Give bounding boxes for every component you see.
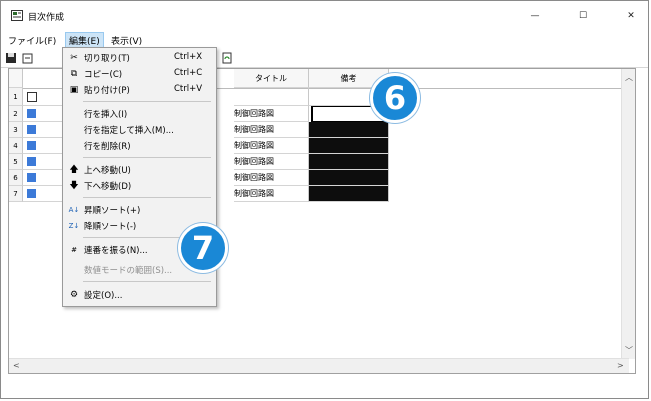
menu-view[interactable]: 表示(V) [108, 33, 145, 48]
menu-item-copy[interactable]: ⧉ コピー(C) Ctrl+C [63, 66, 216, 82]
row-number[interactable]: 3 [9, 122, 23, 138]
edit-doc-icon[interactable] [22, 52, 34, 64]
menu-separator [83, 101, 211, 102]
menu-separator [83, 157, 211, 158]
column-header-title[interactable]: タイトル [234, 69, 309, 88]
type-cell[interactable] [23, 138, 63, 154]
menu-item-label: 行を削除(R) [84, 142, 131, 152]
horizontal-scrollbar[interactable]: < > [9, 358, 629, 373]
menu-item-label: 上へ移動(U) [84, 166, 131, 176]
menu-file[interactable]: ファイル(F) [5, 33, 59, 48]
settings-icon: ⚙ [69, 290, 79, 300]
title-cell[interactable]: 制御回路図 [234, 106, 309, 122]
menu-item-settings[interactable]: ⚙ 設定(O)... [63, 287, 216, 303]
scroll-down-icon[interactable]: ﹀ [625, 345, 633, 356]
callout-badge-6: 6 [370, 73, 420, 123]
menu-item-label: 行を指定して挿入(M)... [84, 126, 174, 136]
remarks-cell[interactable] [309, 170, 389, 186]
menu-item-sort-ascending[interactable]: A↓ 昇順ソート(+) [63, 202, 216, 218]
scroll-right-icon[interactable]: > [617, 361, 624, 370]
menu-separator [83, 281, 211, 282]
menu-shortcut: Ctrl+X [174, 52, 203, 62]
remarks-cell[interactable] [309, 186, 389, 202]
menu-item-label: 昇順ソート(+) [84, 206, 141, 216]
refresh-doc-icon[interactable] [221, 52, 233, 64]
drawing-icon [27, 173, 36, 182]
drawing-icon [27, 125, 36, 134]
menu-item-label: 行を挿入(I) [84, 110, 128, 120]
scroll-up-icon[interactable]: ︿ [625, 72, 633, 83]
menu-item-move-up[interactable]: 🡅 上へ移動(U) [63, 162, 216, 178]
menu-bar: ファイル(F) 編集(E) 表示(V) [1, 31, 648, 49]
menu-item-cut[interactable]: ✂ 切り取り(T) Ctrl+X [63, 50, 216, 66]
callout-badge-7: 7 [178, 223, 228, 273]
drawing-icon [27, 141, 36, 150]
app-icon [11, 10, 23, 21]
menu-item-label: 降順ソート(-) [84, 222, 137, 232]
toc-doc-icon [27, 91, 37, 102]
window-title: 目次作成 [28, 13, 65, 23]
menu-item-move-down[interactable]: 🡇 下へ移動(D) [63, 178, 216, 194]
type-cell[interactable] [23, 154, 63, 170]
menu-item-insert-row-at[interactable]: 行を指定して挿入(M)... [63, 122, 216, 138]
drawing-icon [27, 189, 36, 198]
drawing-icon [27, 157, 36, 166]
close-button[interactable]: ✕ [617, 5, 645, 27]
title-bar: 目次作成 — ☐ ✕ [1, 1, 648, 29]
sort-descending-icon: Z↓ [68, 222, 80, 230]
row-number[interactable]: 7 [9, 186, 23, 202]
corner-cell [9, 69, 23, 88]
arrow-up-icon: 🡅 [69, 165, 79, 175]
drawing-icon [27, 109, 36, 118]
copy-icon: ⧉ [70, 69, 78, 79]
numbering-icon: # [71, 246, 77, 254]
scroll-left-icon[interactable]: < [13, 361, 20, 370]
maximize-button[interactable]: ☐ [569, 5, 597, 27]
minimize-button[interactable]: — [521, 5, 549, 27]
paste-icon: ▣ [69, 85, 79, 95]
remarks-cell[interactable] [309, 138, 389, 154]
menu-item-label: コピー(C) [84, 70, 123, 80]
menu-separator [83, 197, 211, 198]
title-cell[interactable] [234, 88, 309, 106]
row-number[interactable]: 6 [9, 170, 23, 186]
type-cell[interactable] [23, 88, 63, 106]
menu-item-label: 切り取り(T) [84, 54, 130, 64]
vertical-scrollbar[interactable]: ︿ ﹀ [621, 69, 635, 359]
arrow-down-icon: 🡇 [69, 181, 79, 191]
menu-item-label: 下へ移動(D) [84, 182, 132, 192]
sort-ascending-icon: A↓ [68, 206, 80, 214]
row-number[interactable]: 1 [9, 88, 23, 106]
type-cell[interactable] [23, 186, 63, 202]
type-cell[interactable] [23, 122, 63, 138]
menu-item-label: 設定(O)... [84, 291, 123, 301]
menu-item-label: 数値モードの範囲(S)... [84, 266, 173, 276]
menu-item-insert-row[interactable]: 行を挿入(I) [63, 106, 216, 122]
title-cell[interactable]: 制御回路図 [234, 138, 309, 154]
remarks-cell[interactable] [309, 154, 389, 170]
row-number[interactable]: 2 [9, 106, 23, 122]
remarks-cell[interactable] [309, 122, 389, 138]
menu-item-paste[interactable]: ▣ 貼り付け(P) Ctrl+V [63, 82, 216, 98]
menu-item-delete-row[interactable]: 行を削除(R) [63, 138, 216, 154]
title-cell[interactable]: 制御回路図 [234, 122, 309, 138]
row-number[interactable]: 5 [9, 154, 23, 170]
app-window: 目次作成 — ☐ ✕ ファイル(F) 編集(E) 表示(V) タイトル 備考 1 [0, 0, 649, 399]
scissors-icon: ✂ [70, 53, 78, 63]
menu-item-label: 貼り付け(P) [84, 86, 130, 96]
title-cell[interactable]: 制御回路図 [234, 170, 309, 186]
title-cell[interactable]: 制御回路図 [234, 154, 309, 170]
menu-shortcut: Ctrl+C [174, 68, 203, 78]
save-icon[interactable] [5, 52, 17, 64]
type-cell[interactable] [23, 106, 63, 122]
menu-shortcut: Ctrl+V [174, 84, 203, 94]
type-cell[interactable] [23, 170, 63, 186]
menu-item-label: 連番を振る(N)... [84, 246, 148, 256]
row-number[interactable]: 4 [9, 138, 23, 154]
title-cell[interactable]: 制御回路図 [234, 186, 309, 202]
